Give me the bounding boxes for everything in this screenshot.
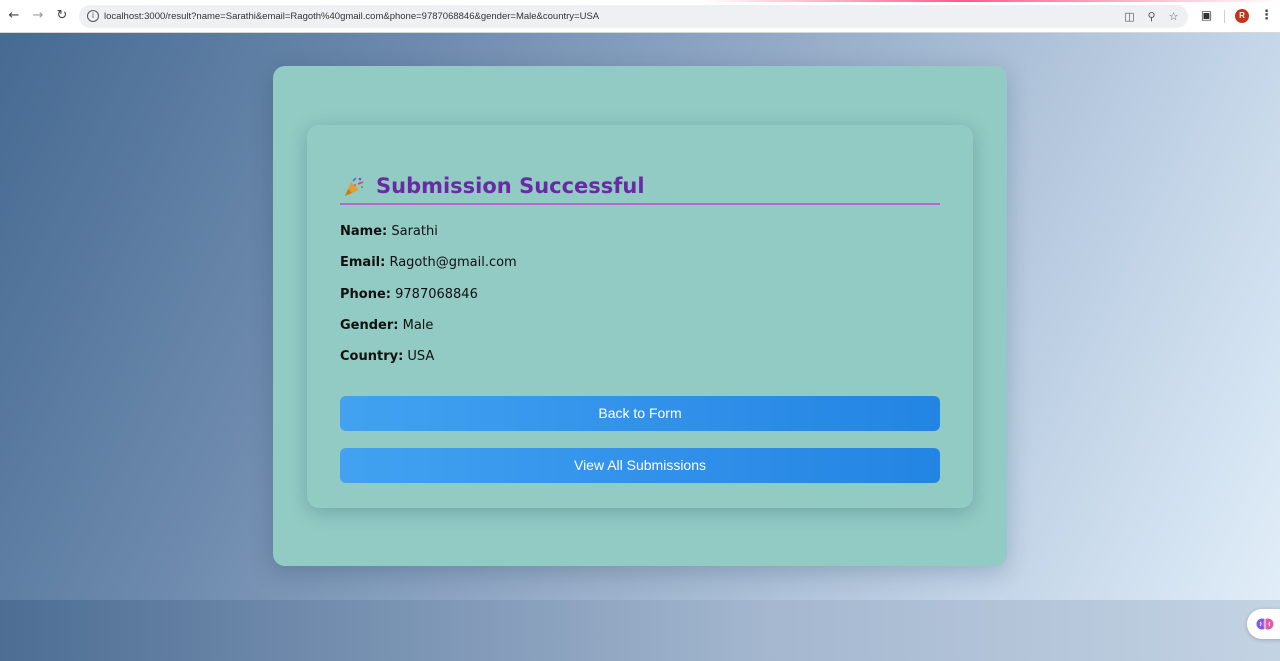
site-info-icon[interactable]: i	[87, 10, 99, 22]
field-phone: Phone: 9787068846	[340, 286, 478, 304]
field-label: Name:	[340, 224, 388, 239]
star-icon[interactable]: ☆	[1167, 10, 1180, 23]
field-label: Email:	[340, 255, 386, 270]
page-viewport: Submission Successful Name: Sarathi Emai…	[0, 33, 1280, 661]
forward-arrow-icon[interactable]: →	[30, 8, 46, 24]
result-container: Submission Successful Name: Sarathi Emai…	[273, 66, 1007, 566]
field-value: USA	[407, 349, 435, 364]
result-card: Submission Successful Name: Sarathi Emai…	[307, 125, 973, 508]
page-title: Submission Successful	[376, 174, 645, 198]
field-value: Male	[402, 318, 434, 333]
field-value: Ragoth@gmail.com	[389, 255, 517, 270]
url-text[interactable]: localhost:3000/result?name=Sarathi&email…	[104, 10, 599, 23]
toolbar-divider	[1224, 10, 1225, 23]
field-country: Country: USA	[340, 348, 434, 366]
browser-toolbar: ← → ↻ i localhost:3000/result?name=Sarat…	[0, 0, 1280, 33]
back-to-form-button[interactable]: Back to Form	[340, 396, 940, 431]
field-value: Sarathi	[391, 224, 438, 239]
field-label: Phone:	[340, 287, 391, 302]
field-label: Country:	[340, 349, 404, 364]
extensions-icon[interactable]: ▣	[1199, 8, 1214, 23]
field-name: Name: Sarathi	[340, 223, 438, 241]
browser-accent-line	[0, 0, 1280, 2]
page-background: Submission Successful Name: Sarathi Emai…	[0, 33, 1280, 600]
ai-brain-icon	[1256, 618, 1274, 630]
floating-assistant-button[interactable]	[1247, 609, 1280, 639]
kebab-menu-icon[interactable]: ⋮	[1260, 8, 1273, 24]
field-label: Gender:	[340, 318, 399, 333]
profile-avatar[interactable]: R	[1235, 9, 1249, 23]
zoom-icon[interactable]: ⚲	[1145, 10, 1158, 23]
install-app-icon[interactable]: ◫	[1123, 10, 1136, 23]
field-gender: Gender: Male	[340, 317, 433, 335]
back-arrow-icon[interactable]: ←	[6, 8, 22, 24]
field-email: Email: Ragoth@gmail.com	[340, 254, 517, 272]
field-value: 9787068846	[395, 287, 478, 302]
result-heading: Submission Successful	[340, 169, 940, 205]
party-popper-icon	[345, 177, 364, 196]
view-all-submissions-button[interactable]: View All Submissions	[340, 448, 940, 483]
address-bar[interactable]: i localhost:3000/result?name=Sarathi&ema…	[79, 5, 1188, 28]
reload-icon[interactable]: ↻	[54, 8, 70, 24]
